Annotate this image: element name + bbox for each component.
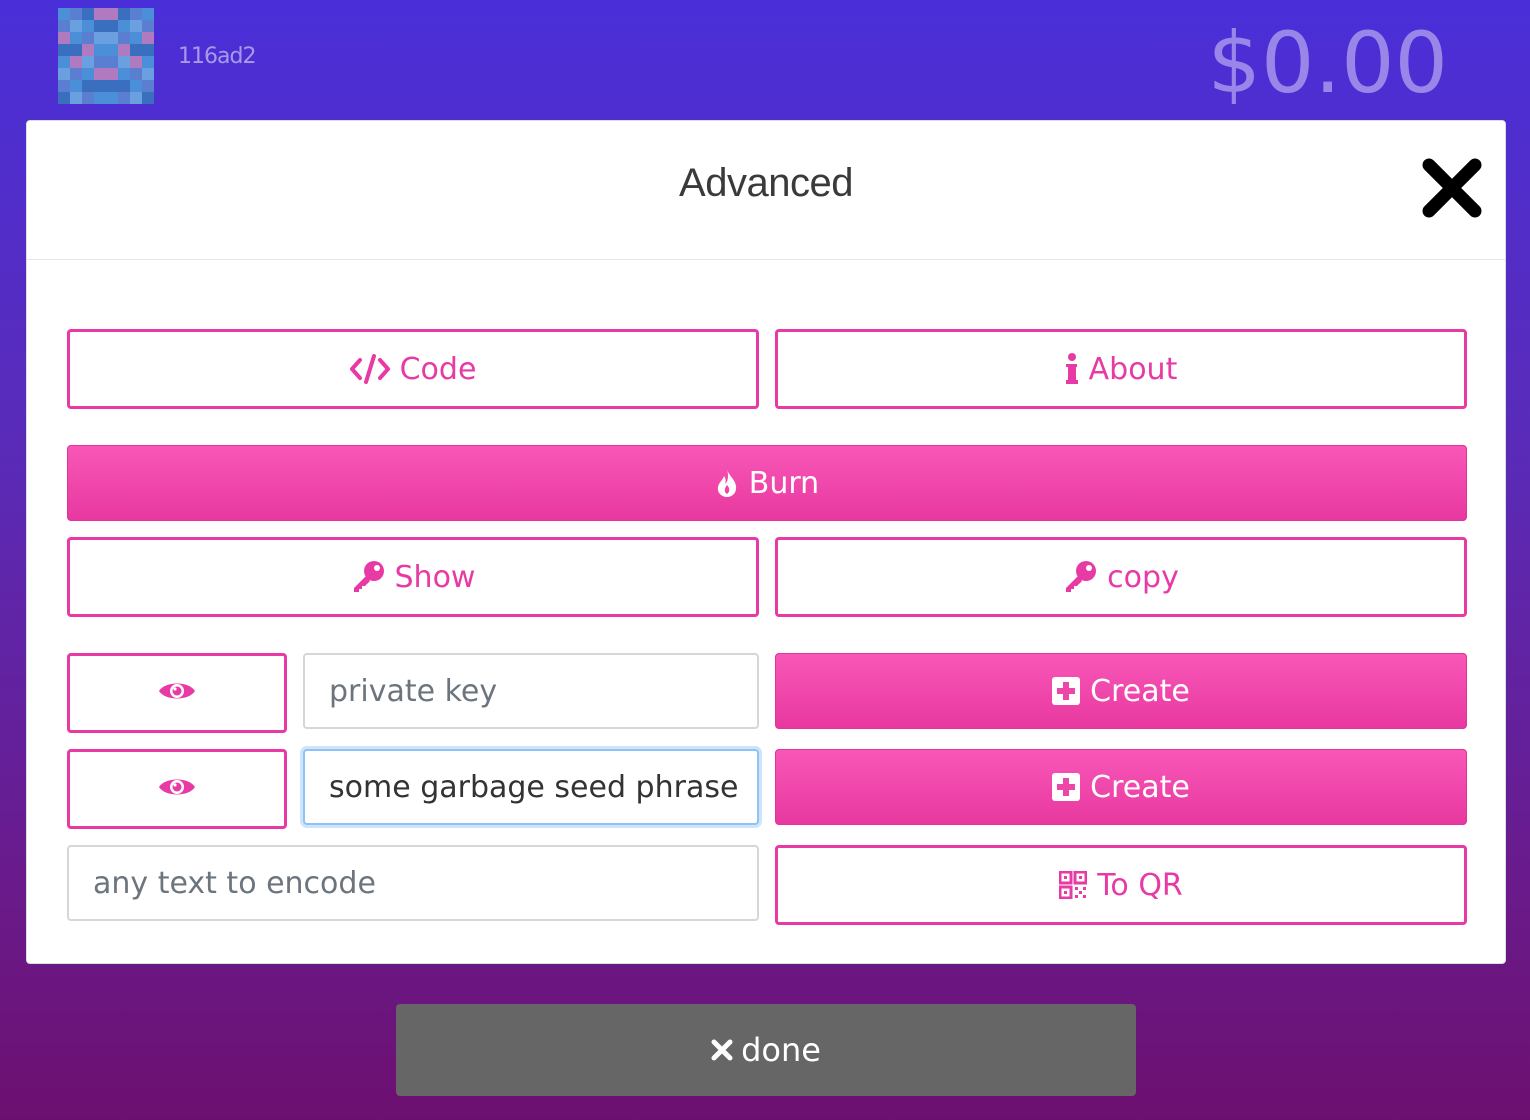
code-icon (349, 354, 390, 384)
code-button-label: Code (399, 351, 477, 387)
close-icon[interactable] (1421, 157, 1483, 219)
show-button[interactable]: Show (67, 537, 759, 617)
copy-button[interactable]: copy (775, 537, 1467, 617)
advanced-modal: Advanced Code About Burn Show copy priva… (26, 120, 1506, 964)
plus-square-icon (1052, 773, 1081, 801)
private-key-placeholder: private key (329, 673, 498, 709)
modal-title: Advanced (679, 161, 853, 205)
modal-header: Advanced (27, 121, 1505, 260)
key-icon (351, 560, 385, 594)
balance-display: $0.00 (1207, 14, 1448, 112)
about-button[interactable]: About (775, 329, 1467, 409)
done-button[interactable]: done (396, 1004, 1136, 1096)
seed-phrase-value: some garbage seed phrase (329, 769, 739, 805)
wallet-address: 116ad2 (178, 44, 256, 69)
blockie-avatar (58, 8, 154, 104)
create-private-key-label: Create (1090, 673, 1190, 709)
to-qr-button-label: To QR (1097, 867, 1183, 903)
private-key-input[interactable]: private key (303, 653, 759, 729)
close-icon (711, 1039, 733, 1061)
about-button-label: About (1088, 351, 1178, 387)
burn-button-label: Burn (748, 465, 820, 501)
info-icon (1065, 353, 1079, 385)
eye-icon (158, 676, 196, 711)
reveal-private-key-button[interactable] (67, 653, 287, 733)
plus-square-icon (1052, 677, 1081, 705)
code-button[interactable]: Code (67, 329, 759, 409)
fire-icon (715, 468, 739, 498)
encode-text-input[interactable]: any text to encode (67, 845, 759, 921)
show-button-label: Show (394, 559, 476, 595)
qrcode-icon (1059, 871, 1088, 899)
create-private-key-button[interactable]: Create (775, 653, 1467, 729)
eye-icon (158, 772, 196, 807)
seed-phrase-input[interactable]: some garbage seed phrase (303, 749, 759, 825)
key-icon (1063, 560, 1097, 594)
create-seed-phrase-button[interactable]: Create (775, 749, 1467, 825)
create-seed-phrase-label: Create (1090, 769, 1190, 805)
done-button-label: done (741, 1031, 821, 1069)
encode-text-placeholder: any text to encode (93, 865, 376, 901)
to-qr-button[interactable]: To QR (775, 845, 1467, 925)
copy-button-label: copy (1107, 559, 1179, 595)
reveal-seed-phrase-button[interactable] (67, 749, 287, 829)
top-bar: 116ad2 $0.00 (0, 0, 1530, 120)
burn-button[interactable]: Burn (67, 445, 1467, 521)
